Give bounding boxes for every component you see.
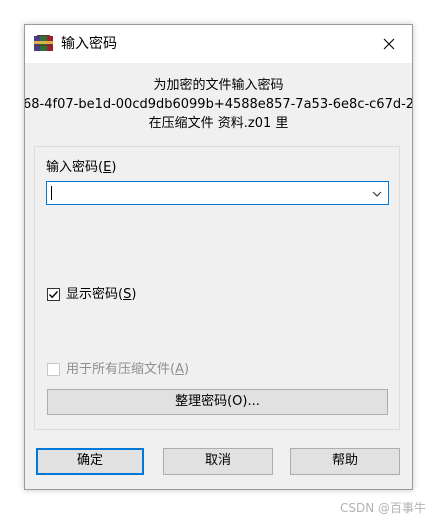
use-for-all-archives-checkbox[interactable] bbox=[47, 363, 60, 376]
use-for-all-label-text: 用于所有压缩文件 bbox=[66, 362, 171, 377]
window-title: 输入密码 bbox=[61, 36, 117, 52]
close-icon bbox=[383, 38, 395, 50]
password-dialog: 输入密码 为加密的文件输入密码 68-4f07-be1d-00cd9db6099… bbox=[24, 24, 413, 490]
show-password-label-text: 显示密码 bbox=[66, 287, 119, 302]
password-input[interactable] bbox=[49, 184, 363, 202]
password-label-key: (E) bbox=[98, 160, 117, 175]
archive-identifier: 68-4f07-be1d-00cd9db6099b+4588e857-7a53-… bbox=[25, 96, 412, 114]
show-password-access-key: S bbox=[123, 287, 132, 302]
show-password-label-key: (S) bbox=[118, 287, 137, 302]
password-combobox[interactable] bbox=[46, 181, 389, 205]
close-button[interactable] bbox=[366, 25, 412, 63]
cancel-button[interactable]: 取消 bbox=[163, 448, 273, 475]
use-for-all-label-key: (A) bbox=[170, 362, 190, 377]
show-password-label[interactable]: 显示密码(S) bbox=[66, 286, 136, 304]
watermark: CSDN @百事牛 bbox=[339, 501, 426, 515]
text-caret bbox=[51, 186, 52, 200]
chevron-down-icon bbox=[372, 191, 382, 197]
winrar-icon bbox=[34, 35, 53, 51]
password-label: 输入密码(E) bbox=[46, 159, 116, 177]
title-bar[interactable]: 输入密码 bbox=[25, 25, 412, 63]
password-access-key: E bbox=[103, 160, 112, 175]
password-label-text: 输入密码 bbox=[46, 160, 99, 175]
show-password-checkbox[interactable] bbox=[47, 288, 60, 301]
ok-button[interactable]: 确定 bbox=[36, 448, 144, 475]
use-for-all-access-key: A bbox=[175, 362, 184, 377]
archive-identifier-text: 68-4f07-be1d-00cd9db6099b+4588e857-7a53-… bbox=[25, 97, 412, 112]
archive-location-text: 在压缩文件 资料.z01 里 bbox=[148, 116, 289, 131]
password-history-dropdown[interactable] bbox=[369, 186, 385, 202]
use-for-all-archives-label: 用于所有压缩文件(A) bbox=[66, 361, 189, 379]
prompt-text: 为加密的文件输入密码 bbox=[153, 78, 284, 93]
help-button[interactable]: 帮助 bbox=[290, 448, 400, 475]
organize-passwords-button[interactable]: 整理密码(O)... bbox=[47, 389, 388, 415]
checkmark-icon bbox=[49, 291, 59, 299]
